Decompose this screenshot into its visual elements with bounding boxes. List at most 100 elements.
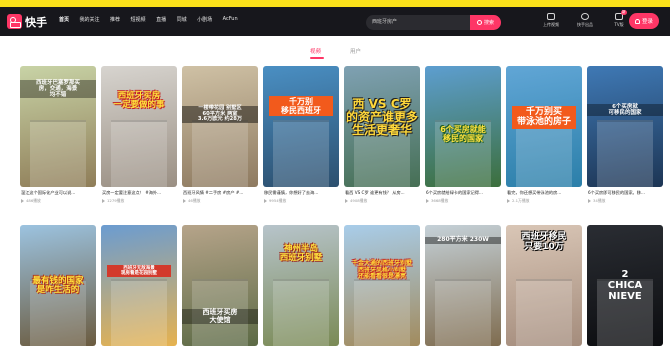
view-count: 1279播放 xyxy=(107,198,125,203)
video-thumbnail[interactable]: 千万别 移民西班牙 xyxy=(263,66,339,187)
thumbnail-scene xyxy=(111,120,167,187)
nav-recommend[interactable]: 推荐 xyxy=(110,16,120,23)
play-count-icon xyxy=(588,198,591,203)
video-thumbnail[interactable]: 2 CHICA NIEVE xyxy=(587,225,663,346)
video-card[interactable]: 西 VS C罗 的资产谁更多 生活更奢华看西 VS C罗 谁更有钱？ 从房... 49… xyxy=(344,66,420,203)
thumbnail-overlay-text: 西 VS C罗 的资产谁更多 生活更奢华 xyxy=(344,97,420,138)
video-card[interactable]: 千金大通的西班牙别墅 西班牙风格小别墅 还能看看很是漂亮 xyxy=(344,225,420,346)
kuaishou-logo[interactable]: 快手 xyxy=(7,13,47,30)
play-count-icon xyxy=(264,198,267,203)
video-thumbnail[interactable]: 千金大通的西班牙别墅 西班牙风格小别墅 还能看看很是漂亮 xyxy=(344,225,420,346)
video-card[interactable]: 千万别 移民西班牙 移民需谨慎，你想好了去海... 9954播放 xyxy=(263,66,339,203)
video-thumbnail[interactable]: 西班牙移民 只要10万 xyxy=(506,225,582,346)
video-card[interactable]: 最有钱的国家 是咋生活的 xyxy=(20,225,96,346)
video-thumbnail[interactable]: 6个买房就 可移民的国家 xyxy=(587,66,663,187)
search-input[interactable]: 西班牙房产 xyxy=(372,18,397,25)
overlay-line: 移民的国家 xyxy=(443,133,483,143)
thumbnail-overlay-text: 6个买房就能 移民的国家 xyxy=(425,125,501,144)
main-nav: 首页 我的关注 推荐 短视频 直播 同城 小剧场 AcFun xyxy=(59,16,248,23)
video-thumbnail[interactable]: 西 VS C罗 的资产谁更多 生活更奢华 xyxy=(344,66,420,187)
view-count: 3668播放 xyxy=(431,198,449,203)
overlay-line: 3.6万欧元 约28万 xyxy=(197,116,243,123)
video-caption[interactable]: 买房一定要注意这点！ #海外... xyxy=(102,190,176,196)
nav-following[interactable]: 我的关注 xyxy=(80,16,100,23)
video-caption[interactable]: 6个买房即可移民的国家。移... xyxy=(588,190,662,196)
tab-users[interactable]: 用户 xyxy=(350,47,361,55)
video-thumbnail[interactable]: 最有钱的国家 是咋生活的 xyxy=(20,225,96,346)
tv-version-button[interactable]: 新 TV版 xyxy=(608,10,630,28)
video-thumbnail[interactable]: 西班牙巴塞罗那买 房，交通，海景 均不错 xyxy=(20,66,96,187)
login-label: 登录 xyxy=(641,19,653,25)
play-count-icon xyxy=(426,198,429,203)
overlay-line: 一定要做的事 xyxy=(113,100,165,111)
nav-theater[interactable]: 小剧场 xyxy=(197,16,212,23)
video-views: 4908播放 xyxy=(345,198,367,203)
video-card[interactable]: 2 CHICA NIEVE xyxy=(587,225,663,346)
login-button[interactable]: 登录 xyxy=(629,13,659,29)
tab-videos[interactable]: 视频 xyxy=(310,47,321,55)
upload-icon xyxy=(547,13,555,20)
thumbnail-scene xyxy=(435,279,491,346)
overlay-line: 千万别 xyxy=(289,97,313,106)
video-thumbnail[interactable]: 6个买房就能 移民的国家 xyxy=(425,66,501,187)
header-tools: 上传视频 快手出品 新 TV版 xyxy=(540,10,630,28)
overlay-line: 大使馆 xyxy=(209,315,231,324)
video-card[interactable]: 西班牙买房 一定要做的事买房一定要注意这点！ #海外... 1279播放 xyxy=(101,66,177,203)
video-thumbnail[interactable]: 千万别买 带泳池的房子 xyxy=(506,66,582,187)
thumbnail-overlay-text: 西班牙巴塞罗那买 房，交通，海景 均不错 xyxy=(20,80,96,99)
thumbnail-overlay-text: 西班牙移民 只要10万 xyxy=(506,232,582,253)
nav-live[interactable]: 直播 xyxy=(156,16,166,23)
overlay-line: 280平方米 230W xyxy=(437,236,489,243)
video-thumbnail[interactable]: 神州半岛 西班牙别墅 xyxy=(263,225,339,346)
thumbnail-overlay-text: 西班牙买房 一定要做的事 xyxy=(101,91,177,111)
video-card[interactable]: 西班牙无敌海景 现房看是花园别墅 xyxy=(101,225,177,346)
video-thumbnail[interactable]: 西班牙买房 一定要做的事 xyxy=(101,66,177,187)
video-card[interactable]: 6个买房就 可移民的国家 6个买房即可移民的国家。移... 34播放 xyxy=(587,66,663,203)
video-thumbnail[interactable]: 西班牙无敌海景 现房看是花园别墅 xyxy=(101,225,177,346)
video-caption[interactable]: 看西 VS C罗 谁更有钱？ 从房... xyxy=(345,190,419,196)
thumbnail-scene xyxy=(273,279,329,346)
video-views: 3668播放 xyxy=(426,198,448,203)
search-box: 西班牙房产 搜索 xyxy=(366,15,501,30)
play-count-icon xyxy=(345,198,348,203)
video-caption[interactable]: 西班牙风情 #二手房 #房产 #... xyxy=(183,190,257,196)
video-card[interactable]: 280平方米 230W xyxy=(425,225,501,346)
video-thumbnail[interactable]: 280平方米 230W xyxy=(425,225,501,346)
kuaishou-products-button[interactable]: 快手出品 xyxy=(574,13,596,28)
nav-home[interactable]: 首页 xyxy=(59,16,69,23)
video-card[interactable]: 西班牙移民 只要10万 xyxy=(506,225,582,346)
video-thumbnail[interactable]: 一楼带花园 别墅区 60平方米 两室 3.6万欧元 约28万 xyxy=(182,66,258,187)
view-count: 2.1万播放 xyxy=(512,198,530,203)
nav-local[interactable]: 同城 xyxy=(177,16,187,23)
thumbnail-scene xyxy=(192,120,248,187)
video-card[interactable]: 西班牙巴塞罗那买 房，交通，海景 均不错 温江这个国际化产业可以说... 486播放 xyxy=(20,66,96,203)
nav-short-video[interactable]: 短视频 xyxy=(131,16,146,23)
top-nav-bar: 快手 首页 我的关注 推荐 短视频 直播 同城 小剧场 AcFun 西班牙房产 … xyxy=(0,7,670,36)
view-count: 46播放 xyxy=(188,198,201,203)
video-caption[interactable]: 看完，你还想买带泳池的房... xyxy=(507,190,581,196)
overlay-line: 是咋生活的 xyxy=(36,285,80,296)
video-caption[interactable]: 移民需谨慎，你想好了去海... xyxy=(264,190,338,196)
video-caption[interactable]: 温江这个国际化产业可以说... xyxy=(21,190,95,196)
video-card[interactable]: 6个买房就能 移民的国家 6个买房就给绿卡的国家记得... 3668播放 xyxy=(425,66,501,203)
video-card[interactable]: 千万别买 带泳池的房子看完，你还想买带泳池的房... 2.1万播放 xyxy=(506,66,582,203)
video-card[interactable]: 一楼带花园 别墅区 60平方米 两室 3.6万欧元 约28万西班牙风情 #二手房 #… xyxy=(182,66,258,203)
upload-video-button[interactable]: 上传视频 xyxy=(540,13,562,28)
thumbnail-overlay-text: 最有钱的国家 是咋生活的 xyxy=(20,276,96,296)
overlay-line: 均不错 xyxy=(49,92,67,99)
search-button[interactable]: 搜索 xyxy=(470,15,501,30)
nav-acfun[interactable]: AcFun xyxy=(223,16,238,23)
video-caption[interactable]: 6个买房就给绿卡的国家记得... xyxy=(426,190,500,196)
thumbnail-scene xyxy=(273,120,329,187)
view-count: 34播放 xyxy=(593,198,606,203)
video-card[interactable]: 西班牙买房 大使馆 xyxy=(182,225,258,346)
overlay-line: CHICA xyxy=(607,280,643,291)
tv-label: TV版 xyxy=(614,22,624,27)
user-icon xyxy=(634,18,640,24)
thumbnail-scene xyxy=(30,120,86,187)
video-card[interactable]: 神州半岛 西班牙别墅 xyxy=(263,225,339,346)
video-thumbnail[interactable]: 西班牙买房 大使馆 xyxy=(182,225,258,346)
video-views: 2.1万播放 xyxy=(507,198,529,203)
thumbnail-overlay-text: 西班牙无敌海景 现房看是花园别墅 xyxy=(107,265,171,278)
video-views: 34播放 xyxy=(588,198,605,203)
